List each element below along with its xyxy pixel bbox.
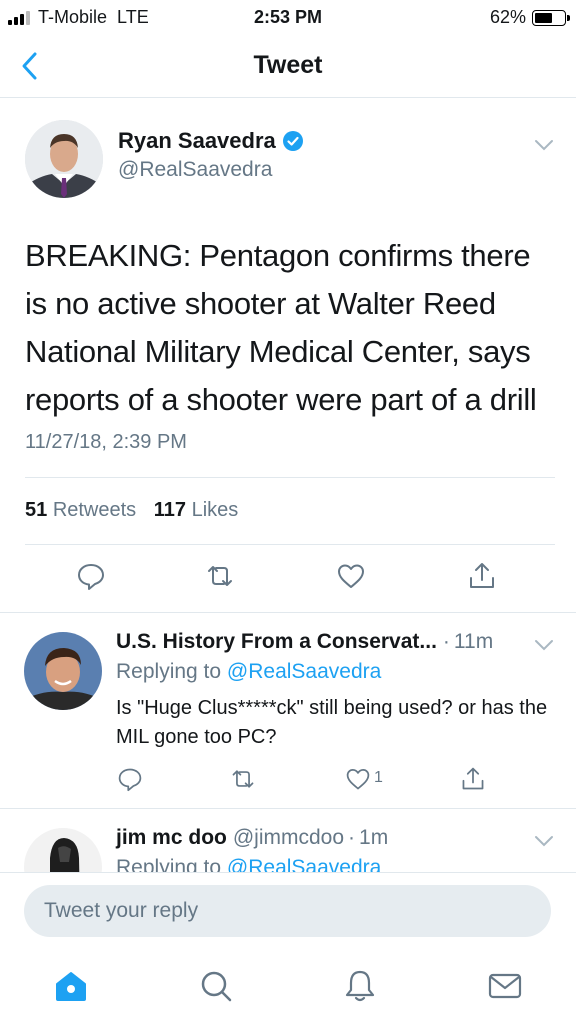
avatar-photo [24,632,102,710]
reply-more-button[interactable] [534,834,554,852]
nav-bar: Tweet [0,34,576,98]
status-right: 62% [489,7,570,28]
tweet-stats: 51 Retweets 117 Likes [25,477,555,545]
reply-input[interactable]: Tweet your reply [24,885,551,937]
replying-to-prefix: Replying to [116,660,222,683]
retweets-count[interactable]: 51 [25,499,47,521]
reply-author-handle[interactable]: @jimmcdoo [233,826,344,850]
battery-fill [535,12,553,23]
reply-actions: 1 [0,766,576,796]
replying-to-mention[interactable]: @RealSaavedra [227,660,381,683]
reply-separator: · [348,826,356,849]
heart-icon [338,564,364,588]
retweets-label[interactable]: Retweets [53,499,136,521]
retweet-button[interactable] [230,766,256,792]
tab-search[interactable] [198,968,234,1004]
avatar[interactable] [24,632,102,710]
avatar[interactable] [25,120,103,198]
envelope-icon [488,973,522,999]
tweet-text: BREAKING: Pentagon confirms there is no … [25,238,537,417]
reply-item[interactable]: U.S. History From a Conservat... · 11m R… [0,612,576,808]
reply-author-name[interactable]: jim mc doo [116,826,227,850]
reply-more-button[interactable] [534,638,554,656]
tab-messages[interactable] [487,968,523,1004]
reply-header: jim mc doo @jimmcdoo · 1m [116,826,388,850]
reply-button[interactable] [76,561,106,591]
reply-item[interactable]: jim mc doo @jimmcdoo · 1m Replying to @R… [0,808,576,872]
share-icon [470,563,494,588]
avatar[interactable] [24,828,102,872]
retweet-button[interactable] [205,561,235,591]
compose-bar: Tweet your reply [0,872,576,950]
avatar-photo [25,120,103,198]
reply-icon [118,768,142,792]
like-button[interactable] [345,766,371,792]
reply-time: 1m [359,826,389,849]
tab-home[interactable] [53,968,89,1004]
author-name[interactable]: Ryan Saavedra [118,128,303,154]
reply-icon [78,564,104,590]
share-button[interactable] [460,766,486,792]
battery-icon [532,9,570,26]
reply-time: 11m [453,630,494,653]
like-count: 1 [374,769,383,786]
replying-to-prefix: Replying to [116,856,222,872]
share-button[interactable] [467,561,497,591]
replying-to-mention[interactable]: @RealSaavedra [227,856,381,872]
like-button[interactable] [336,561,366,591]
bell-icon [345,970,375,1002]
chevron-down-icon [535,836,553,847]
chevron-down-icon [535,140,553,151]
share-icon [462,767,484,790]
status-bar: T-Mobile LTE 2:53 PM 62% [0,0,576,34]
tab-bar [0,950,576,1024]
reply-separator: · [442,630,450,653]
author-handle[interactable]: @RealSaavedra [118,158,272,182]
replying-to: Replying to @RealSaavedra [116,856,381,872]
replying-to: Replying to @RealSaavedra [116,660,381,684]
chevron-down-icon [535,640,553,651]
likes-label[interactable]: Likes [192,499,239,521]
author-name-text: Ryan Saavedra [118,128,276,153]
reply-author-name[interactable]: U.S. History From a Conservat... [116,630,437,654]
battery-percent: 62% [489,7,526,27]
page-title: Tweet [253,51,323,79]
more-options-button[interactable] [534,138,554,156]
reply-button[interactable] [117,766,143,792]
tweet-timestamp: 11/27/18, 2:39 PM [25,431,187,453]
search-icon [201,971,232,1002]
tweet-actions [0,561,576,601]
home-icon [56,972,86,1001]
tab-notifications[interactable] [342,968,378,1004]
reply-text: Is "Huge Clus*****ck" still being used? … [116,697,548,748]
heart-icon [346,769,370,790]
avatar-photo [24,828,102,872]
verified-icon [282,131,303,151]
retweet-icon [232,770,254,788]
reply-header: U.S. History From a Conservat... · 11m [116,630,493,654]
likes-count[interactable]: 117 [154,499,186,521]
retweet-icon [208,566,232,586]
